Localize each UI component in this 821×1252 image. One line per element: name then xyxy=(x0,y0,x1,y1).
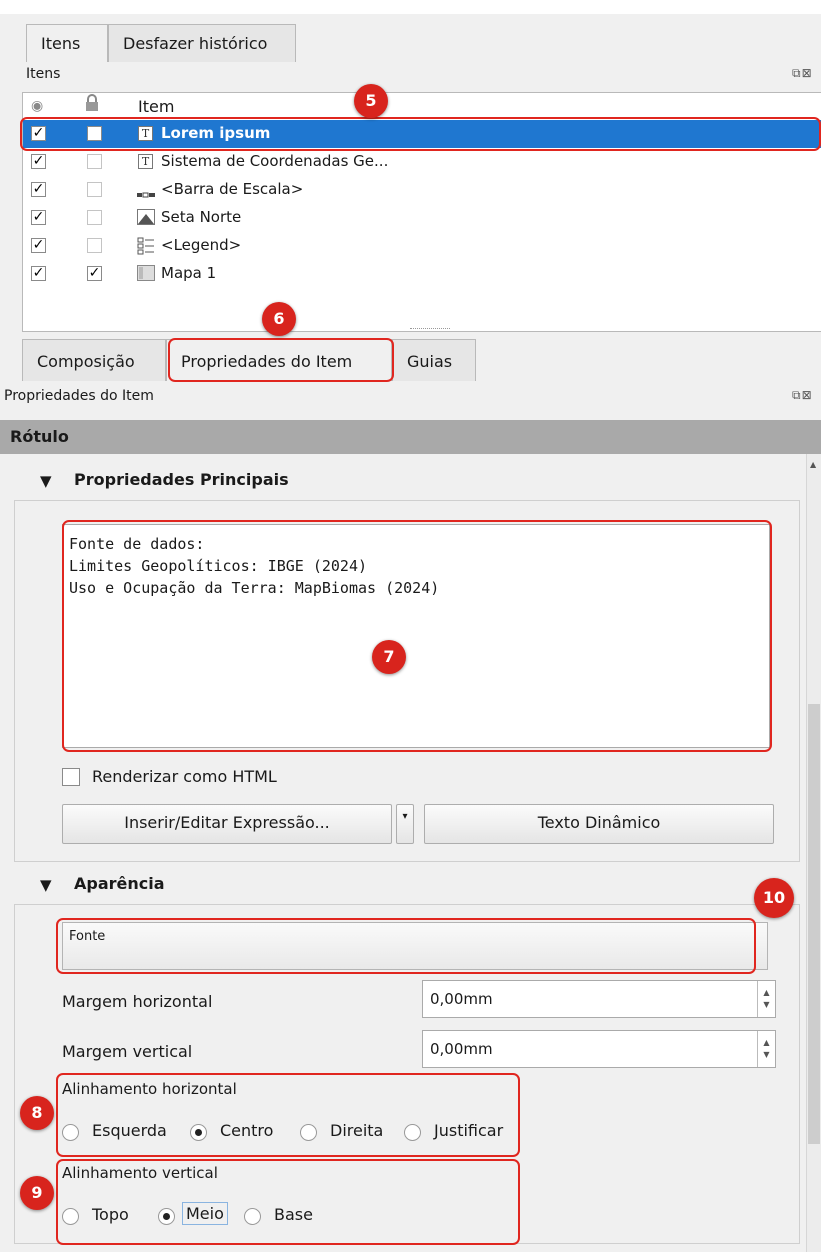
tab-itens[interactable]: Itens xyxy=(26,24,108,62)
props-dock-buttons[interactable]: ⧉⊠ xyxy=(792,388,813,403)
item-label: <Legend> xyxy=(161,236,242,254)
visible-checkbox[interactable]: ✓ xyxy=(31,182,46,197)
lock-checkbox[interactable] xyxy=(87,154,102,169)
tree-row-legend[interactable]: ✓ <Legend> xyxy=(23,232,821,260)
legend-icon xyxy=(137,237,155,255)
annotation-frame-6 xyxy=(168,338,394,382)
spin-arrows-icon[interactable]: ▲ ▼ xyxy=(757,1031,775,1067)
items-panel-title: Itens xyxy=(26,66,61,82)
annotation-frame-7 xyxy=(62,520,772,752)
tab-composicao-label: Composição xyxy=(37,352,135,371)
v-margin-spinbox[interactable]: 0,00mm ▲ ▼ xyxy=(422,1030,776,1068)
scalebar-icon xyxy=(137,185,155,198)
badge-6: 6 xyxy=(262,302,296,336)
tab-undo-history-label: Desfazer histórico xyxy=(123,34,268,53)
h-margin-label: Margem horizontal xyxy=(62,992,213,1011)
visible-checkbox[interactable]: ✓ xyxy=(31,210,46,225)
item-label: Seta Norte xyxy=(161,208,242,226)
splitter-handle[interactable] xyxy=(410,328,450,331)
item-label: <Barra de Escala> xyxy=(161,180,304,198)
annotation-frame-10 xyxy=(56,918,756,974)
tab-itens-label: Itens xyxy=(41,34,81,53)
v-margin-value: 0,00mm xyxy=(430,1040,493,1058)
lock-checkbox[interactable] xyxy=(87,210,102,225)
dynamic-text-button[interactable]: Texto Dinâmico xyxy=(424,804,774,844)
badge-10: 10 xyxy=(754,878,794,918)
tree-row-north-arrow[interactable]: ✓ Seta Norte xyxy=(23,204,821,232)
badge-5: 5 xyxy=(354,84,388,118)
map-icon xyxy=(137,265,155,281)
tab-undo-history[interactable]: Desfazer histórico xyxy=(108,24,296,62)
chevron-down-icon: ▾ xyxy=(402,811,408,822)
visible-checkbox[interactable]: ✓ xyxy=(31,154,46,169)
tree-row-map[interactable]: ✓ ✓ Mapa 1 xyxy=(23,260,821,288)
scroll-thumb[interactable] xyxy=(808,704,820,1144)
annotation-frame-9 xyxy=(56,1159,520,1245)
annotation-frame-5 xyxy=(20,117,821,151)
north-arrow-icon xyxy=(137,209,155,225)
spin-arrows-icon[interactable]: ▲ ▼ xyxy=(757,981,775,1017)
h-margin-spinbox[interactable]: 0,00mm ▲ ▼ xyxy=(422,980,776,1018)
props-panel-title: Propriedades do Item xyxy=(4,388,154,404)
h-margin-value: 0,00mm xyxy=(430,990,493,1008)
column-item: Item xyxy=(138,97,175,116)
badge-7: 7 xyxy=(372,640,406,674)
eye-icon: ◉ xyxy=(31,98,44,114)
scroll-up-icon[interactable]: ▲ xyxy=(810,460,816,469)
lock-checkbox[interactable] xyxy=(87,182,102,197)
expression-dropdown-button[interactable]: ▾ xyxy=(396,804,414,844)
tab-guias[interactable]: Guias xyxy=(392,339,476,381)
annotation-frame-8 xyxy=(56,1073,520,1157)
section-title: Rótulo xyxy=(0,420,821,454)
lock-checkbox[interactable] xyxy=(87,238,102,253)
tree-row-scalebar[interactable]: ✓ <Barra de Escala> xyxy=(23,176,821,204)
lock-icon xyxy=(85,94,99,112)
top-strip xyxy=(0,0,821,14)
v-margin-label: Margem vertical xyxy=(62,1042,193,1061)
tab-guias-label: Guias xyxy=(407,352,453,371)
main-props-title[interactable]: Propriedades Principais xyxy=(74,470,289,489)
badge-8: 8 xyxy=(20,1096,54,1130)
insert-expression-label: Inserir/Editar Expressão... xyxy=(124,813,330,832)
tree-row-coordinate-system[interactable]: ✓ T Sistema de Coordenadas Ge... xyxy=(23,148,821,176)
visible-checkbox[interactable]: ✓ xyxy=(31,266,46,281)
scrollbar[interactable]: ▲ xyxy=(806,454,821,1252)
lock-checkbox[interactable]: ✓ xyxy=(87,266,102,281)
items-dock-buttons[interactable]: ⧉⊠ xyxy=(792,66,813,81)
appearance-title[interactable]: Aparência xyxy=(74,874,165,893)
render-html-checkbox[interactable] xyxy=(62,768,80,786)
render-html-label: Renderizar como HTML xyxy=(92,767,277,786)
item-label: Sistema de Coordenadas Ge... xyxy=(161,152,389,170)
collapse-main-icon[interactable]: ▼ xyxy=(40,472,52,490)
collapse-appearance-icon[interactable]: ▼ xyxy=(40,876,52,894)
tab-composicao[interactable]: Composição xyxy=(22,339,166,381)
dynamic-text-label: Texto Dinâmico xyxy=(537,813,661,832)
item-label: Mapa 1 xyxy=(161,264,217,282)
visible-checkbox[interactable]: ✓ xyxy=(31,238,46,253)
text-icon: T xyxy=(138,154,153,169)
badge-9: 9 xyxy=(20,1176,54,1210)
insert-expression-button[interactable]: Inserir/Editar Expressão... xyxy=(62,804,392,844)
